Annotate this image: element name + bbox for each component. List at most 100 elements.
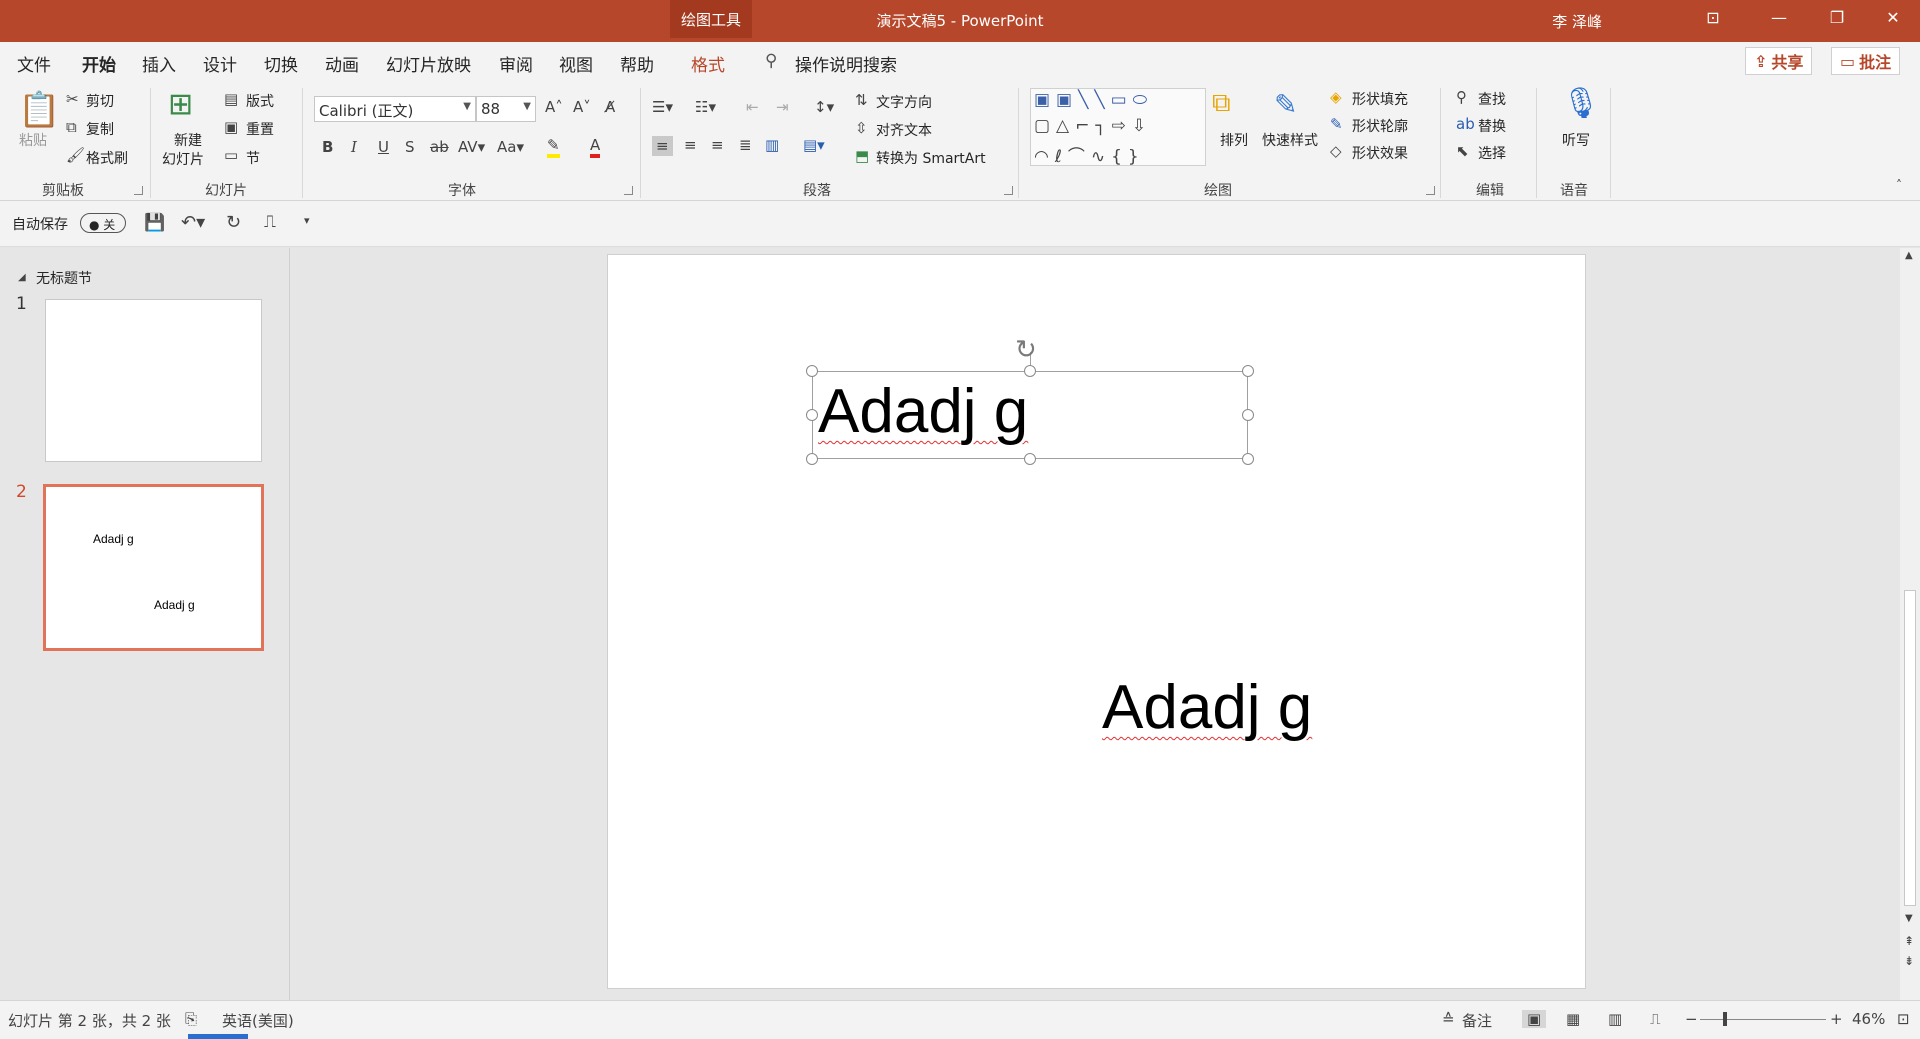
collapse-section-icon[interactable]: ◢ xyxy=(18,272,26,283)
layout-button[interactable]: 版式 xyxy=(246,91,274,111)
font-size-combo[interactable]: 88 ▼ xyxy=(476,96,536,122)
notes-button[interactable]: 备注 xyxy=(1462,1010,1492,1031)
strikethrough-icon[interactable]: ab xyxy=(430,138,449,156)
zoom-in-icon[interactable]: + xyxy=(1830,1010,1843,1028)
tab-home[interactable]: 开始 xyxy=(82,51,116,85)
shape-outline-button[interactable]: 形状轮廓 xyxy=(1352,116,1408,136)
tab-review[interactable]: 审阅 xyxy=(499,51,533,76)
resize-handle-nw[interactable] xyxy=(806,365,818,377)
new-slide-button-line2[interactable]: 幻灯片 xyxy=(162,149,204,169)
arrange-button[interactable]: 排列 xyxy=(1220,130,1248,150)
change-case-icon[interactable]: Aa▾ xyxy=(497,138,524,156)
align-center-icon[interactable]: ≡ xyxy=(684,136,697,154)
underline-icon[interactable]: U xyxy=(378,138,389,156)
section-title[interactable]: 无标题节 xyxy=(36,268,92,288)
shapes-row-2[interactable]: ▢△⌐┐⇨⇩ xyxy=(1034,116,1152,136)
paste-button[interactable]: 粘贴 xyxy=(19,130,47,150)
resize-handle-ne[interactable] xyxy=(1242,365,1254,377)
zoom-slider[interactable] xyxy=(1700,1019,1826,1020)
cut-button[interactable]: 剪切 xyxy=(86,91,114,111)
tab-design[interactable]: 设计 xyxy=(203,51,237,76)
resize-handle-n[interactable] xyxy=(1024,365,1036,377)
highlight-icon[interactable]: ✎ xyxy=(547,136,560,158)
undo-icon[interactable]: ↶▾ xyxy=(181,212,205,233)
collapse-ribbon-icon[interactable]: ˄ xyxy=(1896,178,1902,192)
drawing-launcher-icon[interactable] xyxy=(1426,186,1435,195)
ribbon-display-icon[interactable]: ⊡ xyxy=(1696,8,1730,27)
reading-view-icon[interactable]: ▥ xyxy=(1608,1010,1622,1028)
bold-icon[interactable]: B xyxy=(322,138,333,156)
columns-icon[interactable]: ▤▾ xyxy=(803,136,825,154)
font-launcher-icon[interactable] xyxy=(624,186,633,195)
bullets-icon[interactable]: ☰▾ xyxy=(652,98,673,116)
scroll-up-icon[interactable]: ▲ xyxy=(1905,250,1913,261)
minimize-icon[interactable]: — xyxy=(1762,8,1796,27)
tab-animations[interactable]: 动画 xyxy=(325,51,359,76)
vertical-scrollbar[interactable]: ▲ ▼ ⇞ ⇟ xyxy=(1900,248,1920,1000)
tab-format[interactable]: 格式 xyxy=(691,51,725,76)
tab-insert[interactable]: 插入 xyxy=(142,51,176,76)
microphone-icon[interactable]: 🎙 xyxy=(1562,86,1600,121)
justify-icon[interactable]: ≣ xyxy=(739,136,752,154)
tab-transitions[interactable]: 切换 xyxy=(264,51,298,76)
quick-styles-button[interactable]: 快速样式 xyxy=(1262,130,1318,150)
normal-view-icon[interactable]: ▣ xyxy=(1522,1010,1547,1028)
tab-slideshow[interactable]: 幻灯片放映 xyxy=(386,51,471,76)
redo-icon[interactable]: ↻ xyxy=(226,212,241,233)
slide-canvas[interactable]: ↻ Adadj g Adadj g xyxy=(607,254,1586,989)
arrange-icon[interactable]: ⧉ xyxy=(1212,88,1231,119)
italic-icon[interactable]: I xyxy=(351,138,357,156)
format-painter-button[interactable]: 格式刷 xyxy=(86,148,128,168)
shapes-row-3[interactable]: ◠ℓ⌒∿{} xyxy=(1034,142,1145,167)
slide-text-2[interactable]: Adadj g xyxy=(1102,677,1312,739)
user-name[interactable]: 李 泽峰 xyxy=(1552,11,1602,32)
resize-handle-sw[interactable] xyxy=(806,453,818,465)
distributed-icon[interactable]: ▥ xyxy=(765,136,779,154)
slide-text-1[interactable]: Adadj g xyxy=(818,381,1028,443)
find-button[interactable]: 查找 xyxy=(1478,89,1506,109)
shrink-font-icon[interactable]: A˅ xyxy=(573,98,591,116)
comments-button[interactable]: ▭ 批注 xyxy=(1831,47,1901,75)
resize-handle-w[interactable] xyxy=(806,409,818,421)
next-slide-icon[interactable]: ⇟ xyxy=(1904,954,1914,968)
line-spacing-icon[interactable]: ↕▾ xyxy=(814,98,834,116)
paragraph-launcher-icon[interactable] xyxy=(1004,186,1013,195)
copy-button[interactable]: 复制 xyxy=(86,119,114,139)
slide-thumbnail-2[interactable]: Adadj g Adadj g xyxy=(43,484,264,651)
numbering-icon[interactable]: ☷▾ xyxy=(695,98,716,116)
scroll-thumb[interactable] xyxy=(1904,590,1916,906)
zoom-slider-thumb[interactable] xyxy=(1723,1012,1727,1026)
shapes-row-1[interactable]: ▣▣╲╲▭⬭ xyxy=(1034,90,1153,110)
clear-formatting-icon[interactable]: A̸ xyxy=(605,98,615,116)
share-button[interactable]: ⇪ 共享 xyxy=(1745,47,1813,75)
zoom-level[interactable]: 46% xyxy=(1852,1010,1885,1028)
tab-view[interactable]: 视图 xyxy=(559,51,593,76)
quick-styles-icon[interactable]: ✎ xyxy=(1274,88,1297,121)
notes-icon[interactable]: ≙ xyxy=(1442,1010,1455,1028)
text-shadow-icon[interactable]: S xyxy=(405,138,415,156)
save-icon[interactable]: 💾 xyxy=(144,213,165,233)
replace-button[interactable]: 替换 xyxy=(1478,116,1506,136)
new-slide-button[interactable]: 新建 xyxy=(174,130,202,150)
resize-handle-e[interactable] xyxy=(1242,409,1254,421)
shape-effects-button[interactable]: 形状效果 xyxy=(1352,143,1408,163)
scroll-down-icon[interactable]: ▼ xyxy=(1905,913,1913,924)
decrease-indent-icon[interactable]: ⇤ xyxy=(746,98,759,116)
tab-file[interactable]: 文件 xyxy=(17,51,51,76)
reset-button[interactable]: 重置 xyxy=(246,119,274,139)
paste-icon[interactable]: 📋 xyxy=(18,90,60,130)
close-icon[interactable]: ✕ xyxy=(1876,8,1910,27)
character-spacing-icon[interactable]: AV▾ xyxy=(458,138,485,156)
section-button[interactable]: 节 xyxy=(246,148,260,168)
slide-sorter-icon[interactable]: ▦ xyxy=(1566,1010,1580,1028)
rotate-icon[interactable]: ↻ xyxy=(1015,337,1037,363)
start-slideshow-icon[interactable]: ⎍ xyxy=(264,212,276,232)
clipboard-launcher-icon[interactable] xyxy=(134,186,143,195)
select-button[interactable]: 选择 xyxy=(1478,143,1506,163)
increase-indent-icon[interactable]: ⇥ xyxy=(776,98,789,116)
dictate-button[interactable]: 听写 xyxy=(1562,130,1590,150)
restore-icon[interactable]: ❐ xyxy=(1820,8,1854,27)
customize-qat-icon[interactable]: ▾ xyxy=(304,214,310,227)
text-direction-button[interactable]: 文字方向 xyxy=(876,92,932,112)
accessibility-icon[interactable]: ⎘ xyxy=(185,1010,197,1028)
